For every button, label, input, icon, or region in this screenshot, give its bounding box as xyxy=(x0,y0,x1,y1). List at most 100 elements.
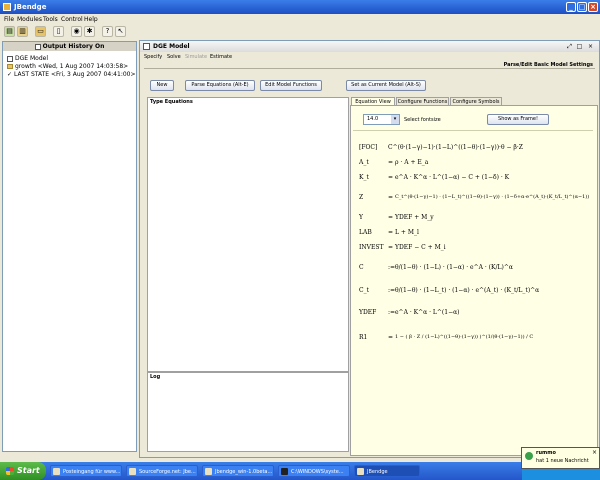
close-icon[interactable]: × xyxy=(592,449,597,456)
close-button[interactable]: × xyxy=(588,2,598,12)
eq-rel: := xyxy=(388,287,396,294)
window-titlebar[interactable]: JBendge _ □ × xyxy=(0,0,600,14)
taskbar-item[interactable]: SourceForge.net: Jbe... xyxy=(126,465,198,477)
window-title: JBendge xyxy=(14,3,47,11)
tree-item[interactable]: growth <Wed, 1 Aug 2007 14:03:58> xyxy=(7,63,128,70)
eq-rel: = xyxy=(388,244,394,251)
menu-specify[interactable]: Specify xyxy=(144,54,162,60)
taskbar-item[interactable]: JBendge xyxy=(354,465,420,477)
divider xyxy=(144,68,595,69)
log-area[interactable]: Log xyxy=(147,372,349,452)
eq-rhs: L + M_l xyxy=(395,229,419,236)
app-icon xyxy=(3,3,11,11)
eq-lhs: [FOC] xyxy=(359,144,378,151)
eq-lhs: K_t xyxy=(359,174,369,181)
windows-logo-icon xyxy=(6,466,14,475)
eq-rhs: ρ · A + E_a xyxy=(395,159,429,166)
menu-control[interactable]: Control xyxy=(61,16,83,23)
menu-solve[interactable]: Solve xyxy=(167,54,181,60)
checkbox-icon xyxy=(7,55,13,62)
maximize-button[interactable]: □ xyxy=(577,2,587,12)
equation-view-panel: 14.0 ▾ Select fontsize Show as Frame! [F… xyxy=(350,105,598,456)
divider xyxy=(353,130,593,131)
menu-modules[interactable]: Modules xyxy=(17,16,42,23)
log-label: Log xyxy=(150,374,161,380)
tab-configure-functions[interactable]: Configure Functions xyxy=(396,97,449,105)
output-history-title[interactable]: Output History On xyxy=(3,42,136,51)
eq-lhs: C_t xyxy=(359,287,370,294)
tab-configure-symbols[interactable]: Configure Symbols xyxy=(450,97,502,105)
notification-balloon[interactable]: rummo hat 1 neue Nachricht × xyxy=(521,447,600,469)
eq-lhs: INVEST xyxy=(359,244,384,251)
tree-item[interactable]: DGE Model xyxy=(7,55,48,62)
taskbar-item[interactable]: C:\WINDOWS\syste... xyxy=(278,465,350,477)
dge-titlebar[interactable]: DGE Model ⤢ □ × xyxy=(140,41,599,52)
menubar: File Modules Tools Control Help xyxy=(0,14,600,24)
eq-rhs: e^A · K^α · L^(1−α) − C + (1−δ) · K xyxy=(395,174,510,181)
history-checkbox-icon xyxy=(34,43,41,50)
restore-icon[interactable]: ⤢ xyxy=(566,43,573,50)
window-icon xyxy=(143,43,150,50)
taskbar-item[interactable]: Jbendge_win-1.0beta... xyxy=(202,465,274,477)
maximize-icon[interactable]: □ xyxy=(576,43,583,50)
mail-icon xyxy=(53,468,60,475)
taskbar-item[interactable]: Posteingang für www... xyxy=(50,465,122,477)
fontsize-label: Select fontsize xyxy=(404,117,441,123)
eq-rel: = xyxy=(388,214,394,221)
menu-tools[interactable]: Tools xyxy=(43,16,58,23)
type-equations-area[interactable]: Type Equations xyxy=(147,97,349,372)
eq-rhs: C_t^(θ·(1−γ)−1) · (1−L_t)^((1−θ)·(1−γ)) … xyxy=(395,194,590,200)
eq-lhs: A_t xyxy=(359,159,369,166)
start-button[interactable]: Start xyxy=(0,462,46,480)
close-icon[interactable]: × xyxy=(587,43,594,50)
folder-icon xyxy=(7,64,13,69)
eq-rhs: θ/(1−θ) · (1−L) · (1−α) · e^A · (K/L)^α xyxy=(395,264,513,271)
set-current-model-button[interactable]: Set as Current Model (Alt-S) xyxy=(346,80,426,91)
chevron-down-icon: ▾ xyxy=(391,115,399,124)
parse-equations-button[interactable]: Parse Equations (Alt-E) xyxy=(185,80,255,91)
target-icon[interactable]: ◉ xyxy=(71,26,82,37)
dge-menubar: Specify Solve Simulate Estimate xyxy=(140,52,599,62)
trash-icon[interactable]: ▯ xyxy=(53,26,64,37)
eq-rel: := xyxy=(388,309,396,316)
new-button[interactable]: New xyxy=(150,80,174,91)
dge-model-window: DGE Model ⤢ □ × Specify Solve Simulate E… xyxy=(139,40,600,458)
menu-help[interactable]: Help xyxy=(84,16,98,23)
minimize-button[interactable]: _ xyxy=(566,2,576,12)
toolbar: ▤ ▥ ▭ ▯ ◉ ✱ ? ↖ xyxy=(0,24,600,41)
eq-lhs: YDEF xyxy=(359,309,377,316)
eq-rhs: 1 − ( β · Z / (1−L)^((1−θ)·(1−γ)) )^(1/(… xyxy=(395,334,534,340)
eq-rel: = xyxy=(388,159,394,166)
notification-name: rummo xyxy=(536,450,556,456)
folder-icon[interactable]: ▭ xyxy=(35,26,46,37)
eq-rhs: YDEF − C + M_i xyxy=(395,244,446,251)
eq-rhs: e^A · K^α · L^(1−α) xyxy=(395,309,460,316)
output-history-panel: Output History On DGE Model growth <Wed,… xyxy=(2,41,137,452)
show-as-frame-button[interactable]: Show as Frame! xyxy=(487,114,549,125)
eq-lhs: Y xyxy=(359,214,363,221)
gear-icon[interactable]: ✱ xyxy=(84,26,95,37)
fontsize-select[interactable]: 14.0 ▾ xyxy=(363,114,400,125)
new-icon[interactable]: ▤ xyxy=(4,26,15,37)
tree-item[interactable]: ✓ LAST STATE <Fri, 3 Aug 2007 04:41:00> xyxy=(7,71,136,78)
eq-rel: = xyxy=(388,174,394,181)
open-icon[interactable]: ▥ xyxy=(17,26,28,37)
eq-lhs: LAB xyxy=(359,229,372,236)
menu-simulate: Simulate xyxy=(185,54,208,60)
eq-lhs: R1 xyxy=(359,334,368,341)
dge-title: DGE Model xyxy=(153,43,190,50)
menu-estimate[interactable]: Estimate xyxy=(210,54,232,60)
whatsthis-icon[interactable]: ↖ xyxy=(115,26,126,37)
eq-rel: = xyxy=(388,229,394,236)
eq-rhs: C^(θ·(1−γ)−1)·(1−L)^((1−θ)·(1−γ))·θ − β·… xyxy=(388,144,523,151)
console-icon xyxy=(281,468,288,475)
edit-model-functions-button[interactable]: Edit Model Functions xyxy=(260,80,322,91)
eq-rel: = xyxy=(388,194,394,201)
messenger-icon xyxy=(525,452,533,460)
help-icon[interactable]: ? xyxy=(102,26,113,37)
check-icon: ✓ xyxy=(7,71,13,78)
eq-rel: := xyxy=(388,264,396,271)
eq-rel: = xyxy=(388,334,394,341)
menu-file[interactable]: File xyxy=(4,16,14,23)
browser-icon xyxy=(129,468,136,475)
